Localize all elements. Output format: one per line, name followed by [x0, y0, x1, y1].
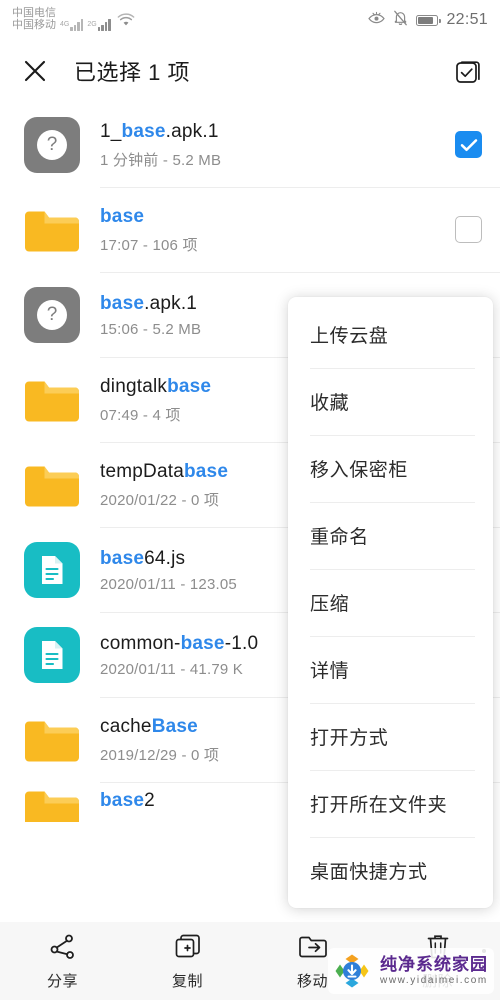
file-name-match: base: [180, 632, 225, 654]
watermark-text: 纯净系统家园 www.yidaimei.com: [380, 955, 488, 986]
context-menu-item-label: 打开所在文件夹: [310, 795, 448, 816]
file-icon-wrapper: [22, 540, 82, 600]
context-menu-item[interactable]: 收藏: [288, 368, 493, 435]
file-icon-wrapper: ?: [22, 285, 82, 345]
file-icon-wrapper: [22, 455, 82, 515]
folder-icon: [24, 202, 80, 258]
context-menu-item[interactable]: 打开方式: [288, 703, 493, 770]
folder-icon: [24, 457, 80, 513]
signal-group-2: 2G: [87, 18, 111, 31]
file-icon-wrapper: [22, 200, 82, 260]
context-menu-item-label: 收藏: [310, 393, 350, 414]
carrier-name-2: 中国移动: [12, 19, 56, 31]
context-menu-item-label: 打开方式: [310, 728, 389, 749]
page-title: 已选择 1 项: [74, 60, 190, 85]
context-menu-item-label: 移入保密柜: [310, 460, 409, 481]
status-bar: 中国电信 中国移动 4G 2G 22:51: [0, 0, 500, 40]
file-name-match: base: [100, 547, 145, 569]
context-menu: 上传云盘收藏移入保密柜重命名压缩详情打开方式打开所在文件夹 桌面快捷方式: [288, 297, 493, 908]
file-icon-wrapper: ?: [22, 115, 82, 175]
network-type-label-2: 2G: [87, 20, 97, 28]
folder-icon: [24, 712, 80, 768]
status-bar-clock: 22:51: [446, 11, 488, 28]
context-menu-item-label: 上传云盘: [310, 326, 389, 347]
context-menu-item[interactable]: 详情: [288, 636, 493, 703]
file-manager-screen: 中国电信 中国移动 4G 2G 22:51 已选择 1 项 ? 1_base.a…: [0, 0, 500, 1000]
status-bar-left: 中国电信 中国移动 4G 2G: [12, 7, 135, 32]
carrier-names: 中国电信 中国移动: [12, 7, 56, 32]
selection-app-bar: 已选择 1 项: [0, 40, 500, 102]
unknown-file-icon: ?: [24, 286, 80, 343]
toolbar-label-move: 移动: [296, 973, 328, 990]
file-icon-wrapper: [22, 625, 82, 685]
watermark-title: 纯净系统家园: [380, 955, 488, 975]
wifi-icon: [117, 13, 135, 32]
file-name: 1_base.apk.1: [100, 120, 219, 142]
file-info: 1 分钟前 - 5.2 MB: [100, 152, 222, 170]
file-name-match: base: [100, 292, 145, 314]
select-all-icon[interactable]: [455, 58, 482, 85]
toolbar-label-share: 分享: [46, 973, 78, 990]
bell-muted-icon: [393, 10, 408, 31]
file-info: 17:07 - 106 项: [100, 237, 198, 255]
file-checkbox-checked[interactable]: [455, 131, 482, 158]
watermark-url: www.yidaimei.com: [380, 975, 488, 987]
context-menu-item-label: 详情: [310, 661, 350, 682]
context-menu-item-label: 压缩: [310, 594, 350, 615]
file-icon-wrapper: [22, 370, 82, 430]
file-meta: base 17:07 - 106 项: [82, 204, 455, 256]
file-name-match: base: [167, 375, 212, 397]
file-icon-wrapper: [22, 782, 82, 822]
unknown-file-icon: ?: [24, 116, 80, 173]
toolbar-item-share[interactable]: 分享: [0, 931, 125, 991]
context-menu-item-label: 桌面快捷方式: [310, 862, 428, 883]
file-name-match: base: [100, 790, 145, 811]
signal-group-1: 4G: [60, 18, 84, 31]
file-checkbox-unchecked[interactable]: [455, 216, 482, 243]
context-menu-item[interactable]: 重命名: [288, 502, 493, 569]
watermark-logo-icon: [332, 951, 372, 991]
folder-icon: [24, 782, 80, 822]
site-watermark: 纯净系统家园 www.yidaimei.com: [328, 948, 494, 994]
context-menu-item[interactable]: 压缩: [288, 569, 493, 636]
context-menu-item-label: 重命名: [310, 527, 369, 548]
file-name-match: base: [183, 460, 229, 482]
toolbar-label-copy: 复制: [171, 973, 203, 990]
copy-icon: [173, 931, 203, 963]
eye-comfort-icon: [368, 11, 386, 30]
context-menu-item[interactable]: 打开所在文件夹: [288, 770, 493, 837]
status-bar-right: 22:51: [368, 10, 488, 31]
file-icon-wrapper: [22, 710, 82, 770]
share-icon: [48, 931, 78, 963]
battery-icon: [416, 14, 442, 26]
file-name-match: base: [100, 205, 145, 227]
file-list-item[interactable]: base 17:07 - 106 项: [0, 187, 500, 272]
context-menu-item[interactable]: 桌面快捷方式: [288, 837, 493, 904]
file-list-item[interactable]: ? 1_base.apk.1 1 分钟前 - 5.2 MB: [0, 102, 500, 187]
document-file-icon: [24, 541, 80, 598]
file-name-match: Base: [151, 715, 198, 737]
signal-bars-icon-1: [70, 18, 84, 31]
move-icon: [297, 931, 329, 963]
file-name: base: [100, 204, 455, 230]
folder-icon: [24, 372, 80, 428]
network-type-label-1: 4G: [60, 20, 70, 28]
context-menu-item[interactable]: 移入保密柜: [288, 435, 493, 502]
file-name-match: base: [121, 120, 166, 142]
document-file-icon: [24, 626, 80, 683]
close-icon[interactable]: [22, 58, 48, 84]
toolbar-item-copy[interactable]: 复制: [125, 931, 250, 991]
file-meta: 1_base.apk.1 1 分钟前 - 5.2 MB: [82, 119, 455, 171]
signal-bars-icon-2: [97, 18, 111, 31]
context-menu-item[interactable]: 上传云盘: [288, 301, 493, 368]
